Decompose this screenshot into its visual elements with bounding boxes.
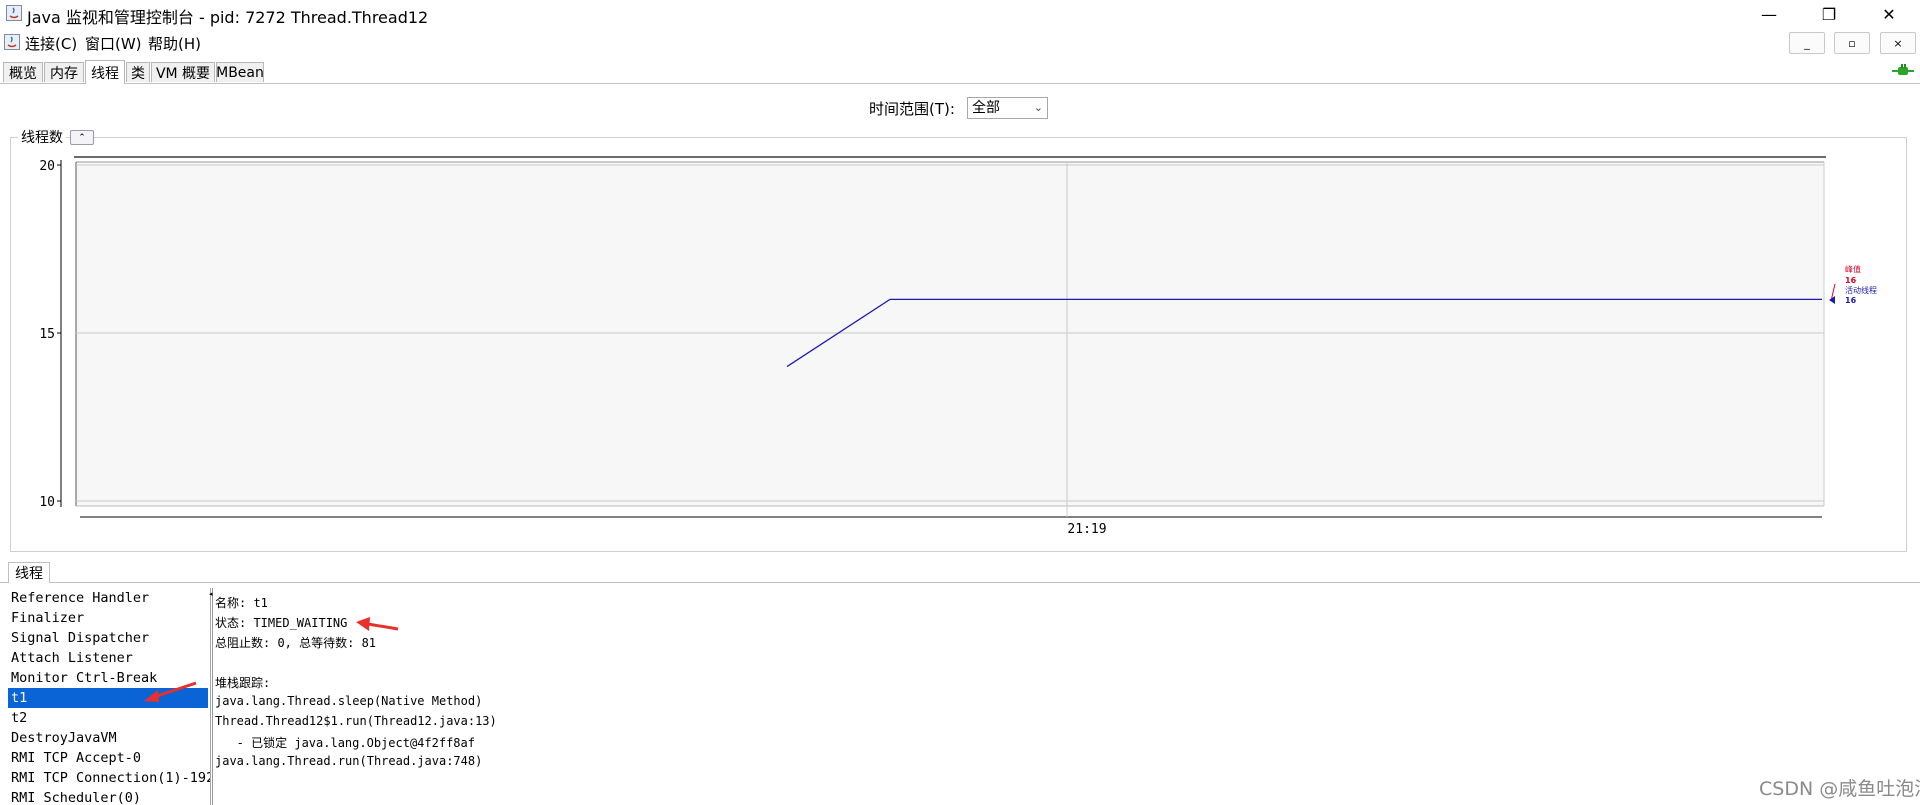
watermark: CSDN @咸鱼吐泡泡: [1759, 778, 1920, 800]
stack-frame: - 已锁定 java.lang.Object@4f2ff8af: [215, 736, 475, 750]
x-tick-label: 21:19: [1067, 522, 1106, 537]
thread-name-line: 名称: t1: [215, 596, 268, 610]
thread-counts-line: 总阻止数: 0, 总等待数: 81: [215, 636, 377, 650]
legend-peak-value: 16: [1845, 276, 1857, 285]
stack-frame: java.lang.Thread.run(Thread.java:748): [215, 754, 483, 768]
thread-detail-pane: 名称: t1 状态: TIMED_WAITING 总阻止数: 0, 总等待数: …: [215, 590, 1915, 805]
thread-list-item[interactable]: Finalizer: [8, 608, 208, 628]
plot-area: [76, 162, 1824, 506]
stack-frame: Thread.Thread12$1.run(Thread12.java:13): [215, 714, 497, 728]
thread-list-item[interactable]: Signal Dispatcher: [8, 628, 208, 648]
thread-state-line: 状态: TIMED_WAITING: [215, 616, 348, 630]
threads-section-divider: [0, 582, 1920, 583]
thread-list-item[interactable]: RMI TCP Accept-0: [8, 748, 208, 768]
thread-count-chart: 20 15 10 21:19 峰值 16 活动线程 16: [39, 156, 1877, 537]
annotation-arrow-icon: [356, 617, 399, 631]
thread-list-item[interactable]: t2: [8, 708, 208, 728]
thread-list-item[interactable]: Attach Listener: [8, 648, 208, 668]
chart-legend: 峰值 16 活动线程 16: [1829, 264, 1877, 305]
y-tick-label: 10: [39, 495, 55, 510]
legend-peak-label: 峰值: [1845, 264, 1861, 274]
divider-arrow-icon[interactable]: ◂: [209, 590, 213, 598]
stack-frame: java.lang.Thread.sleep(Native Method): [215, 694, 483, 708]
legend-active-value: 16: [1845, 296, 1857, 305]
thread-list-item[interactable]: Reference Handler: [8, 588, 208, 608]
y-tick-label: 15: [39, 327, 55, 342]
y-tick-label: 20: [39, 159, 55, 174]
thread-list-item[interactable]: RMI TCP Connection(1)-192: [8, 768, 210, 788]
stack-trace-header: 堆栈跟踪:: [215, 676, 271, 690]
split-pane-divider[interactable]: [212, 588, 213, 805]
legend-active-label: 活动线程: [1845, 285, 1877, 295]
annotation-arrow-icon: [144, 681, 197, 702]
thread-list-item[interactable]: DestroyJavaVM: [8, 728, 208, 748]
thread-list-item[interactable]: RMI Scheduler(0): [8, 788, 208, 805]
threads-section-tab[interactable]: 线程: [8, 562, 50, 583]
